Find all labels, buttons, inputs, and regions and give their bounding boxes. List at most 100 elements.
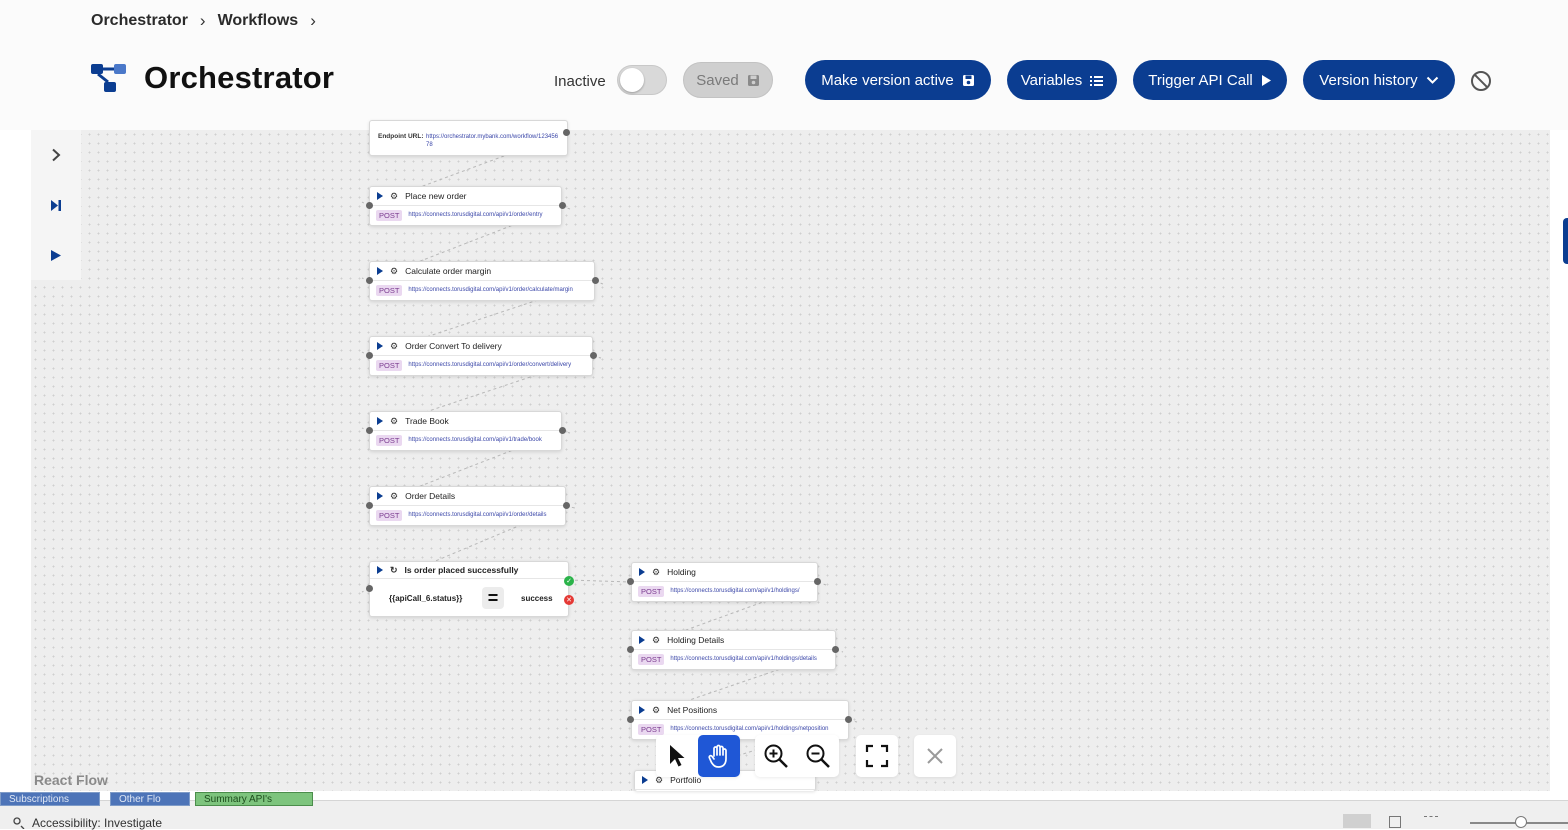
api-call-icon: ⚙ [390, 265, 399, 276]
api-node-trade-book[interactable]: ⚙ Trade Book POST https://connects.torusdi… [369, 411, 562, 451]
play-icon[interactable] [642, 776, 648, 784]
node-handle-target[interactable] [366, 427, 373, 434]
api-node-order-convert-to-delivery[interactable]: ⚙ Order Convert To delivery POST https://c… [369, 336, 593, 376]
zoom-slider-thumb[interactable] [1515, 816, 1527, 828]
trigger-api-call-button[interactable]: Trigger API Call [1133, 60, 1287, 100]
react-flow-attribution[interactable]: React Flow [34, 772, 108, 788]
normal-view-icon[interactable] [1343, 814, 1371, 828]
fit-view-button[interactable] [856, 735, 898, 777]
version-history-button[interactable]: Version history [1303, 60, 1455, 100]
play-icon[interactable] [639, 706, 645, 714]
page-break-icon[interactable] [1424, 816, 1438, 828]
play-icon[interactable] [377, 267, 383, 275]
api-node-holding[interactable]: ⚙ Holding POST https://connects.torusdigit… [631, 562, 818, 602]
active-toggle[interactable] [617, 65, 667, 95]
node-handle-target[interactable] [366, 202, 373, 209]
node-handle-source[interactable] [559, 427, 566, 434]
select-tool-button[interactable] [656, 735, 698, 777]
node-handle-source[interactable] [563, 129, 570, 136]
api-node-calculate-order-margin[interactable]: ⚙ Calculate order margin POST https://conn… [369, 261, 595, 301]
condition-value[interactable]: success [521, 594, 553, 603]
node-handle-source[interactable] [845, 716, 852, 723]
play-icon [1261, 74, 1271, 86]
sheet-tab-summary[interactable]: Summary API's [195, 792, 313, 806]
method-badge: POST [376, 284, 403, 296]
saved-button[interactable]: Saved [683, 62, 773, 98]
chevron-right-icon: › [310, 11, 316, 30]
api-call-icon: ⚙ [652, 704, 661, 715]
variables-button[interactable]: Variables [1007, 60, 1117, 100]
node-handle-source[interactable] [832, 646, 839, 653]
method-badge: POST [376, 434, 403, 446]
api-node-holding-details[interactable]: ⚙ Holding Details POST https://connects.to… [631, 630, 836, 670]
zoom-out-icon[interactable] [805, 743, 831, 769]
node-handle-source[interactable] [590, 352, 597, 359]
trigger-api-call-label: Trigger API Call [1148, 71, 1253, 89]
right-panel-handle[interactable] [1563, 218, 1568, 264]
endpoint-url-value[interactable]: https://orchestrator.mybank.com/workflow… [426, 133, 560, 149]
play-icon[interactable] [639, 636, 645, 644]
breadcrumb-orchestrator[interactable]: Orchestrator [91, 12, 188, 30]
sheet-tab-other-flo[interactable]: Other Flo [110, 792, 190, 806]
node-handle-source[interactable] [559, 202, 566, 209]
disable-icon[interactable] [1470, 70, 1492, 92]
node-handle-source[interactable] [563, 502, 570, 509]
breadcrumb-workflows[interactable]: Workflows [218, 12, 299, 30]
node-title: Net Positions [667, 705, 718, 715]
list-icon [1090, 76, 1104, 86]
skip-forward-icon [51, 199, 61, 211]
node-title: Calculate order margin [405, 266, 492, 276]
make-version-active-button[interactable]: Make version active [805, 60, 991, 100]
pan-tool-button[interactable] [698, 735, 740, 777]
node-handle-target[interactable] [627, 578, 634, 585]
hand-icon [708, 744, 727, 768]
node-handle-target[interactable] [366, 585, 373, 592]
api-node-net-positions[interactable]: ⚙ Net Positions POST https://connects.toru… [631, 700, 849, 740]
condition-operator[interactable]: = [482, 587, 504, 609]
zoom-in-icon[interactable] [763, 743, 789, 769]
node-handle-target[interactable] [627, 716, 634, 723]
node-handle-target[interactable] [366, 277, 373, 284]
node-handle-target[interactable] [366, 352, 373, 359]
condition-node[interactable]: ↻ Is order placed successfully {{apiCall_… [369, 561, 569, 617]
node-title: Place new order [405, 191, 467, 201]
play-icon[interactable] [377, 566, 383, 574]
step-forward-button[interactable] [45, 194, 67, 216]
node-handle-target[interactable] [627, 646, 634, 653]
app-header: Orchestrator › Workflows › Orchestrator … [0, 0, 1568, 130]
breadcrumb: Orchestrator › Workflows › [91, 11, 316, 31]
method-badge: POST [638, 585, 665, 597]
failure-handle-icon[interactable]: ✕ [564, 595, 574, 605]
play-icon[interactable] [377, 492, 383, 500]
condition-expression[interactable]: {{apiCall_6.status}} [389, 594, 462, 603]
flow-canvas[interactable] [31, 130, 1550, 791]
node-handle-target[interactable] [366, 502, 373, 509]
page-layout-icon[interactable] [1389, 816, 1401, 828]
play-icon[interactable] [377, 192, 383, 200]
close-controls-button[interactable] [914, 735, 956, 777]
play-icon [51, 249, 61, 261]
node-handle-source[interactable] [814, 578, 821, 585]
run-button[interactable] [45, 244, 67, 266]
node-handle-source[interactable] [592, 277, 599, 284]
expand-panel-button[interactable] [45, 144, 67, 166]
play-icon[interactable] [377, 342, 383, 350]
node-url: https://connects.torusdigital.com/api/v1… [408, 437, 542, 443]
node-title: Trade Book [405, 416, 449, 426]
node-url: https://connects.torusdigital.com/api/v1… [670, 588, 800, 594]
sheet-tab-subscriptions[interactable]: Subscriptions [0, 792, 100, 806]
api-node-place-new-order[interactable]: ⚙ Place new order POST https://connects.to… [369, 186, 562, 226]
webhook-endpoint-node[interactable]: Endpoint URL: https://orchestrator.myban… [369, 120, 568, 156]
api-call-icon: ⚙ [390, 340, 399, 351]
play-icon[interactable] [377, 417, 383, 425]
play-icon[interactable] [639, 568, 645, 576]
api-node-order-details[interactable]: ⚙ Order Details POST https://connects.toru… [369, 486, 566, 526]
fullscreen-icon [865, 744, 889, 768]
toggle-knob [620, 68, 644, 92]
node-url: https://connects.torusdigital.com/api/v1… [408, 287, 573, 293]
success-handle-icon[interactable]: ✓ [564, 576, 574, 586]
api-call-icon: ⚙ [652, 634, 661, 645]
node-url: https://connects.torusdigital.com/api/v1… [408, 512, 547, 518]
left-gutter [0, 130, 31, 800]
chevron-down-icon [1426, 76, 1438, 84]
